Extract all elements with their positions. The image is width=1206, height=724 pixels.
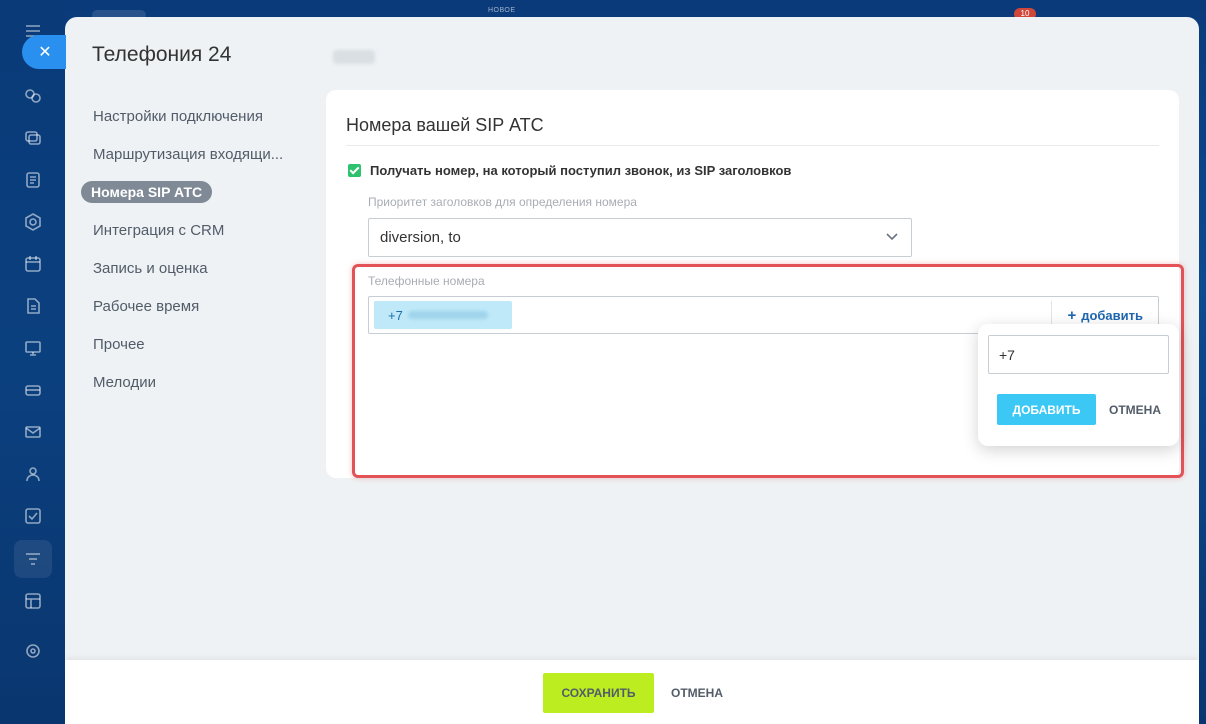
nav-item-recording[interactable]: Запись и оценка (81, 249, 291, 287)
chat-bubbles-icon[interactable] (22, 85, 44, 107)
mail-icon[interactable] (22, 421, 44, 443)
nav-item-other[interactable]: Прочее (81, 325, 291, 363)
filter-icon[interactable] (22, 548, 44, 570)
divider (346, 145, 1159, 146)
priority-value: diversion, to (380, 229, 461, 246)
priority-label: Приоритет заголовков для определения ном… (368, 195, 637, 209)
top-new-label: НОВОЕ (488, 7, 516, 14)
priority-select[interactable]: diversion, to (368, 218, 912, 257)
messages-icon[interactable] (22, 127, 44, 149)
save-button[interactable]: СОХРАНИТЬ (543, 673, 654, 713)
panel-subtitle-blurred (333, 50, 375, 64)
calendar-icon[interactable] (22, 253, 44, 275)
presentation-icon[interactable] (22, 337, 44, 359)
settings-nav: Настройки подключения Маршрутизация вход… (81, 97, 291, 401)
app-sidebar (0, 0, 65, 724)
panel-title: Телефония 24 (92, 43, 232, 66)
nav-item-label: Номера SIP АТС (81, 181, 213, 203)
nav-item-label: Рабочее время (93, 297, 200, 315)
document-icon[interactable] (22, 295, 44, 317)
nav-item-routing[interactable]: Маршрутизация входящи... (81, 135, 291, 173)
card-title: Номера вашей SIP АТС (346, 115, 544, 135)
nav-item-label: Мелодии (93, 373, 156, 391)
popup-add-button[interactable]: ДОБАВИТЬ (997, 394, 1096, 425)
nav-item-sip-numbers[interactable]: Номера SIP АТС (81, 173, 291, 211)
storage-icon[interactable] (22, 379, 44, 401)
nav-item-connection[interactable]: Настройки подключения (81, 97, 291, 135)
popup-cancel-button[interactable]: ОТМЕНА (1104, 394, 1166, 425)
telephony-settings-panel: Телефония 24 Настройки подключения Маршр… (65, 17, 1199, 724)
sip-header-checkbox[interactable] (348, 164, 361, 177)
nav-item-label: Маршрутизация входящи... (93, 145, 284, 163)
feed-icon[interactable] (22, 169, 44, 191)
nav-item-label: Запись и оценка (93, 259, 208, 277)
nav-item-worktime[interactable]: Рабочее время (81, 287, 291, 325)
chevron-down-icon (886, 233, 898, 241)
tasks-icon[interactable] (22, 505, 44, 527)
new-number-input[interactable] (988, 335, 1169, 374)
contacts-icon[interactable] (22, 463, 44, 485)
footer-bar: СОХРАНИТЬ ОТМЕНА (65, 660, 1199, 724)
nav-item-crm[interactable]: Интеграция с CRM (81, 211, 291, 249)
close-icon: ✕ (38, 44, 52, 61)
cancel-button[interactable]: ОТМЕНА (665, 673, 729, 713)
close-slider-button[interactable]: ✕ (22, 35, 66, 69)
nav-item-melodies[interactable]: Мелодии (81, 363, 291, 401)
add-number-popup: ДОБАВИТЬ ОТМЕНА (978, 324, 1179, 446)
hexagon-icon[interactable] (22, 211, 44, 233)
sip-header-checkbox-row[interactable]: Получать номер, на который поступил звон… (348, 163, 791, 178)
settings-icon[interactable] (22, 640, 44, 662)
nav-item-label: Настройки подключения (93, 107, 263, 125)
nav-item-label: Прочее (93, 335, 145, 353)
nav-item-label: Интеграция с CRM (93, 221, 225, 239)
checkbox-label: Получать номер, на который поступил звон… (370, 163, 792, 178)
grid-icon[interactable] (22, 590, 44, 612)
